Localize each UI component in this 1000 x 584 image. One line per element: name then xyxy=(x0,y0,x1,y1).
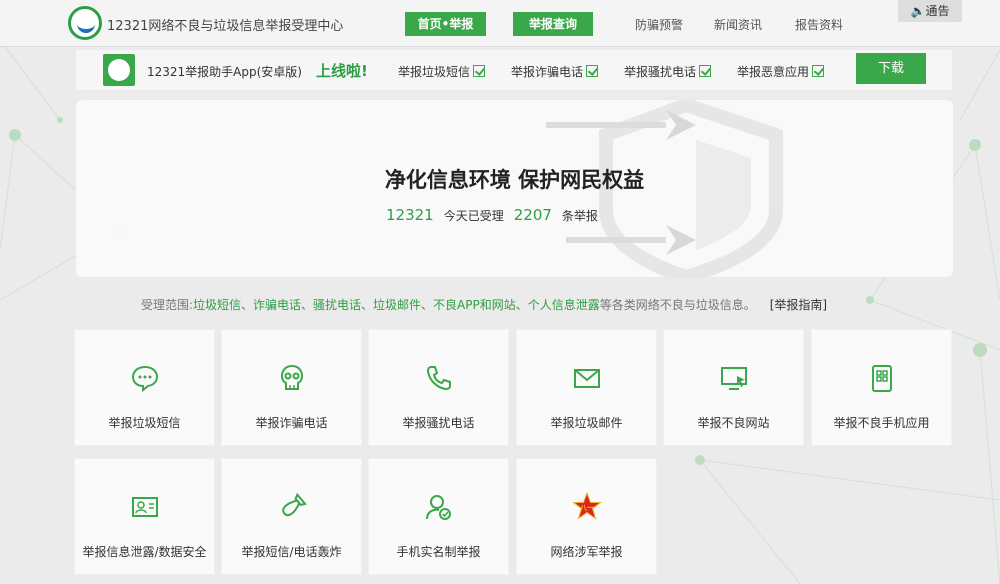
notice-button[interactable]: 🔈通告 xyxy=(898,0,962,22)
scope-suffix: 等各类网络不良与垃圾信息。 xyxy=(599,298,756,312)
check-icon xyxy=(812,65,825,77)
feature-harass-call: 举报骚扰电话 xyxy=(624,63,712,80)
card-label: 举报诈骗电话 xyxy=(255,416,328,430)
card-label: 网络涉军举报 xyxy=(550,545,623,559)
report-count: 2207 xyxy=(513,206,552,224)
card-label: 举报垃圾邮件 xyxy=(550,416,623,430)
hero-banner: 净化信息环境 保护网民权益 12321 今天已受理 2207 条举报 xyxy=(76,100,953,277)
id-card-icon xyxy=(131,497,158,517)
app-label: 12321举报助手App(安卓版) xyxy=(147,65,302,79)
card-bad-app[interactable]: 举报不良手机应用 xyxy=(811,329,952,446)
bomb-icon xyxy=(281,492,307,517)
card-label: 手机实名制举报 xyxy=(396,545,481,559)
report-guide-link[interactable]: [举报指南] xyxy=(770,298,827,312)
nav-news-link[interactable]: 新闻资讯 xyxy=(714,16,762,33)
card-label: 举报不良手机应用 xyxy=(833,416,930,430)
card-label: 举报信息泄露/数据安全 xyxy=(82,545,207,559)
app-promo-bar: 12321举报助手App(安卓版) 上线啦! 举报垃圾短信 举报诈骗电话 举报骚… xyxy=(76,50,952,90)
app-online-text: 上线啦! xyxy=(316,62,368,80)
today-text: 今天已受理 xyxy=(443,209,504,223)
site-title[interactable]: 12321网络不良与垃圾信息举报受理中心 xyxy=(107,15,343,34)
feature-malicious-app: 举报恶意应用 xyxy=(737,63,825,80)
phone-icon xyxy=(426,366,451,391)
card-label: 举报骚扰电话 xyxy=(402,416,475,430)
message-bubble-icon xyxy=(131,365,158,393)
svg-text:八一: 八一 xyxy=(579,504,594,512)
card-military[interactable]: 八一 网络涉军举报 xyxy=(516,458,657,575)
card-label: 举报垃圾短信 xyxy=(108,416,181,430)
download-button[interactable]: 下载 xyxy=(856,53,926,84)
hero-title: 净化信息环境 保护网民权益 xyxy=(384,168,645,192)
phone-apps-icon xyxy=(871,365,892,392)
nav-query-button[interactable]: 举报查询 xyxy=(513,12,593,36)
card-label: 举报不良网站 xyxy=(697,416,770,430)
monitor-cursor-icon xyxy=(720,367,747,390)
skull-icon xyxy=(280,364,303,390)
user-check-icon xyxy=(425,495,451,520)
mail-icon xyxy=(573,369,600,388)
notice-label: 通告 xyxy=(925,4,950,18)
top-bar: 12321网络不良与垃圾信息举报受理中心 首页•举报 举报查询 防骗预警 新闻资… xyxy=(0,0,1000,47)
check-icon xyxy=(699,65,712,77)
count-suffix: 条举报 xyxy=(561,209,598,223)
card-spam-mail[interactable]: 举报垃圾邮件 xyxy=(516,329,657,446)
card-bad-website[interactable]: 举报不良网站 xyxy=(663,329,804,446)
scope-items: 垃圾短信、诈骗电话、骚扰电话、垃圾邮件、不良APP和网站、个人信息泄露 xyxy=(193,298,600,312)
card-fraud-call[interactable]: 举报诈骗电话 xyxy=(221,329,362,446)
feature-fraud-call: 举报诈骗电话 xyxy=(511,63,599,80)
nav-reports-link[interactable]: 报告资料 xyxy=(795,16,843,33)
card-label: 举报短信/电话轰炸 xyxy=(241,545,342,559)
card-spam-sms[interactable]: 举报垃圾短信 xyxy=(74,329,215,446)
card-harass-call[interactable]: 举报骚扰电话 xyxy=(368,329,509,446)
hotline-number: 12321 xyxy=(386,206,434,224)
feature-spam-sms: 举报垃圾短信 xyxy=(398,63,486,80)
card-real-name[interactable]: 手机实名制举报 xyxy=(368,458,509,575)
card-info-leak[interactable]: 举报信息泄露/数据安全 xyxy=(74,458,215,575)
nav-fraud-warning-link[interactable]: 防骗预警 xyxy=(635,16,683,33)
site-logo[interactable] xyxy=(68,6,102,40)
app-logo-icon xyxy=(103,54,135,86)
check-icon xyxy=(586,65,599,77)
nav-home-report-button[interactable]: 首页•举报 xyxy=(405,12,486,36)
speaker-icon: 🔈 xyxy=(910,4,926,18)
card-bombing[interactable]: 举报短信/电话轰炸 xyxy=(221,458,362,575)
army-star-icon: 八一 xyxy=(571,492,602,520)
check-icon xyxy=(473,65,486,77)
scope-line: 受理范围:垃圾短信、诈骗电话、骚扰电话、垃圾邮件、不良APP和网站、个人信息泄露… xyxy=(141,296,827,313)
scope-prefix: 受理范围: xyxy=(141,298,194,312)
report-stats: 12321 今天已受理 2207 条举报 xyxy=(376,206,598,224)
